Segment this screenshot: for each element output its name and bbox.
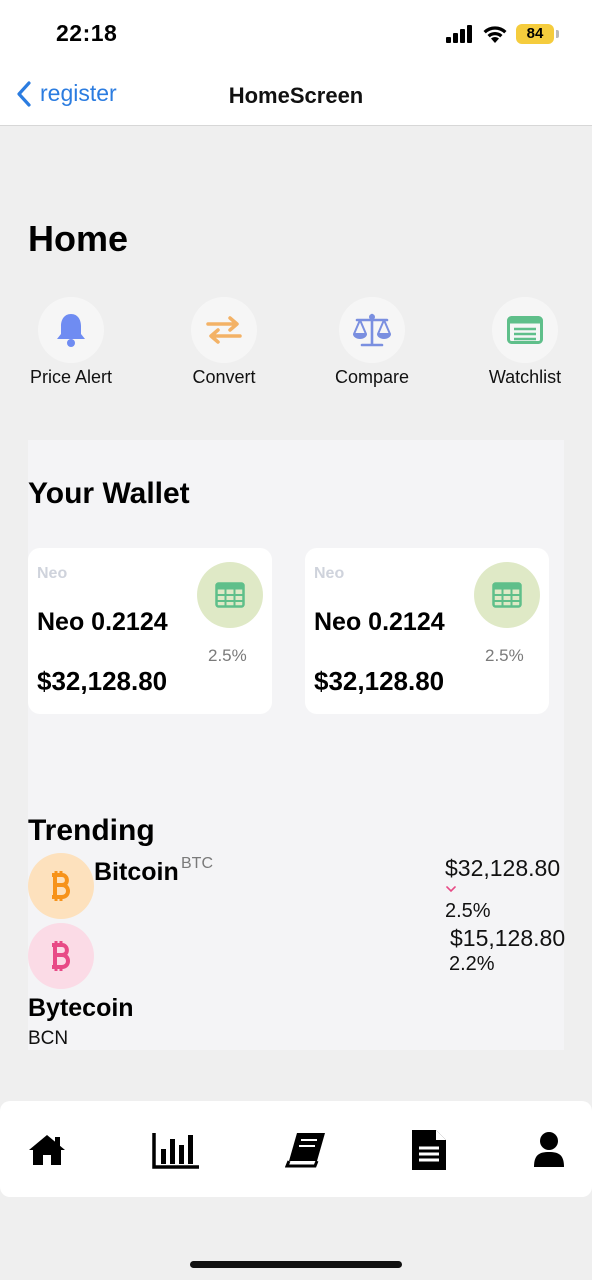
status-time: 22:18: [56, 20, 118, 46]
coin-change: 2.5%: [445, 900, 491, 922]
coin-change: 2.2%: [449, 953, 495, 975]
bitcoin-icon: [52, 871, 70, 901]
status-bar: 22:18 84: [0, 0, 592, 64]
tab-learn[interactable]: [282, 1129, 330, 1171]
trending-title: Trending: [28, 814, 155, 847]
bitcoin-icon: [52, 941, 70, 971]
coin-name: Bytecoin: [28, 994, 134, 1022]
wallet-card-value: $32,128.80: [37, 666, 168, 696]
compare-label: Compare: [334, 367, 410, 387]
wallet-card-ticker: Neo: [314, 565, 345, 582]
watchlist-label: Watchlist: [488, 367, 562, 387]
coin-logo: [28, 923, 94, 989]
tab-documents[interactable]: [405, 1129, 453, 1171]
coin-logo: [28, 853, 94, 919]
compare-button[interactable]: Compare: [312, 297, 432, 388]
coin-name: Bitcoin: [94, 858, 179, 886]
book-icon: [285, 1133, 325, 1168]
wallet-card-icon-circle: [197, 562, 263, 628]
user-icon: [534, 1132, 564, 1167]
convert-button[interactable]: Convert: [164, 297, 284, 388]
coin-price: $32,128.80: [445, 855, 561, 881]
tab-home[interactable]: [23, 1129, 71, 1171]
table-icon: [492, 582, 522, 608]
wallet-card-change: 2.5%: [208, 646, 247, 665]
signal-icon: [446, 25, 472, 43]
nav-title: HomeScreen: [228, 83, 364, 108]
navigation-bar: register HomeScreen: [0, 64, 592, 126]
page-title: Home: [28, 218, 129, 259]
wallet-title: Your Wallet: [28, 477, 190, 510]
wallet-card[interactable]: Neo Neo 0.2124 $32,128.80 2.5%: [305, 548, 549, 714]
wifi-icon: [483, 25, 507, 43]
wallet-panel: Your Wallet Neo Neo 0.2124 $32,128.80 2.…: [28, 440, 566, 1050]
wallet-card-change: 2.5%: [485, 646, 524, 665]
tab-bar: [0, 1101, 592, 1197]
wallet-card-amount: Neo 0.2124: [314, 608, 445, 636]
document-icon: [412, 1130, 446, 1170]
price-alert-button[interactable]: Price Alert: [11, 297, 131, 388]
coin-price: $15,128.80: [450, 925, 566, 951]
wallet-card-amount: Neo 0.2124: [37, 608, 168, 636]
tab-markets[interactable]: [152, 1129, 200, 1171]
status-icons: 84: [446, 20, 559, 48]
bell-icon: [57, 314, 85, 347]
chevron-down-icon: [446, 886, 456, 893]
convert-arrows-icon: [206, 316, 242, 344]
watchlist-button[interactable]: Watchlist: [465, 297, 585, 388]
wallet-card-ticker: Neo: [37, 565, 68, 582]
home-indicator: [190, 1261, 402, 1268]
scales-icon: [353, 313, 391, 347]
battery-indicator: 84: [516, 24, 559, 44]
home-icon: [29, 1135, 65, 1165]
convert-label: Convert: [192, 367, 256, 387]
coin-ticker: BCN: [28, 1028, 69, 1049]
list-card-icon: [507, 316, 543, 344]
wallet-card-value: $32,128.80: [314, 666, 445, 696]
wallet-card-icon-circle: [474, 562, 540, 628]
table-icon: [215, 582, 245, 608]
price-alert-label: Price Alert: [29, 367, 113, 387]
bar-chart-icon: [152, 1133, 199, 1169]
tab-profile[interactable]: [525, 1129, 573, 1171]
wallet-card[interactable]: Neo Neo 0.2124 $32,128.80 2.5%: [28, 548, 272, 714]
coin-ticker: BTC: [181, 855, 213, 872]
